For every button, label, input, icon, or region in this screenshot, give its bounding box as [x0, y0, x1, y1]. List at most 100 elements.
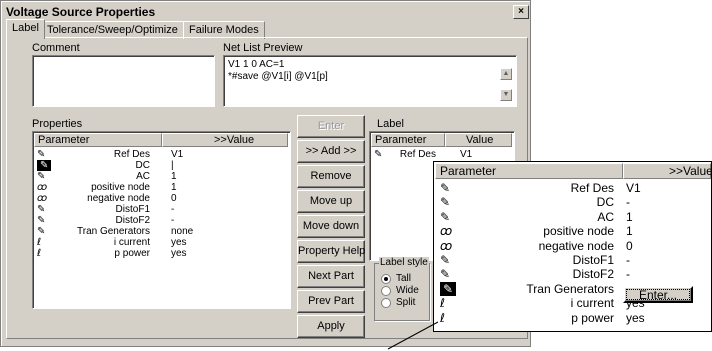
close-button[interactable]: × [513, 5, 529, 19]
row-parameter-name: Ref Des [399, 149, 436, 160]
label-style-option-wide[interactable]: Wide [381, 285, 427, 297]
radio-label: Wide [396, 285, 419, 296]
row-parameter-name: Tran Generators [77, 226, 150, 237]
row-parameter-name: Ref Des [113, 149, 150, 160]
netlist-preview-box: V1 1 0 AC=1 *#save @V1[i] @V1[p] ▲ ▼ [223, 55, 517, 107]
comment-label: Comment [32, 42, 80, 54]
row-value: - [626, 195, 630, 210]
table-row[interactable]: ✎ Tran Generators none [33, 226, 288, 237]
row-parameter-name: Ref Des [570, 181, 614, 195]
row-value: yes [171, 248, 187, 259]
properties-col-parameter[interactable]: Parameter [34, 133, 162, 147]
row-parameter-name: DC [135, 160, 150, 171]
netlist-line: *#save @V1[i] @V1[p] [228, 71, 328, 82]
properties-label: Properties [32, 118, 83, 130]
table-row[interactable]: ✎ Ref Des V1 [370, 149, 512, 160]
label-col-value[interactable]: Value [445, 133, 512, 147]
label-panel-label: Label [377, 118, 404, 130]
label-style-option-tall[interactable]: Tall [381, 273, 427, 285]
table-row[interactable]: ✎ AC 1 [33, 171, 288, 182]
row-parameter-name: AC [597, 209, 614, 224]
label-style-option-split[interactable]: Split [381, 297, 427, 309]
row-parameter-name: p power [114, 248, 150, 259]
row-value: 1 [626, 209, 633, 224]
tab-label[interactable]: Label [6, 19, 45, 39]
row-value: V1 [171, 149, 184, 160]
remove-button[interactable]: Remove [297, 165, 365, 188]
row-parameter-name: p power [571, 310, 614, 325]
next-part-button[interactable]: Next Part [297, 265, 365, 288]
title-bar: Voltage Source Properties × [3, 3, 529, 21]
table-row[interactable]: ꝏ positive node 1 [33, 182, 288, 193]
row-value: - [626, 267, 630, 282]
radio-button-icon[interactable] [381, 298, 391, 308]
table-row[interactable]: ✎ DistoF2- [434, 267, 709, 281]
row-value: yes [626, 310, 645, 325]
row-parameter-name: negative node [87, 193, 150, 204]
table-row[interactable]: ℓi current yes [33, 237, 288, 248]
row-value: V1 [626, 181, 641, 195]
row-parameter-name: Tran Generators [526, 281, 614, 296]
table-row[interactable]: ✎ DC | [33, 160, 288, 171]
scroll-up-icon[interactable]: ▲ [500, 68, 512, 80]
netlist-preview-label: Net List Preview [223, 42, 303, 54]
table-row[interactable]: ꝏ positive node 1 [434, 224, 709, 238]
row-parameter-name: positive node [91, 182, 150, 193]
zoom-col-value: >>Value [623, 163, 712, 179]
callout-pointer-line [387, 321, 439, 350]
zoom-callout: Parameter >>Value ✎ Ref Des V1 ✎ DC - ✎ AC 1 ꝏ pos… [433, 161, 712, 332]
table-row[interactable]: ✎ DC - [434, 195, 709, 209]
row-value: 1 [171, 182, 177, 193]
enter-button[interactable]: Enter [297, 115, 365, 138]
window-title: Voltage Source Properties [6, 5, 156, 19]
table-row[interactable]: ✎ DistoF1- [434, 253, 709, 267]
row-value: none [171, 226, 194, 237]
row-value: V1 [460, 149, 473, 160]
radio-label: Tall [396, 273, 412, 284]
row-value: - [171, 215, 175, 226]
table-row[interactable]: ✎ DistoF2- [33, 215, 288, 226]
row-parameter-name: AC [136, 171, 150, 182]
row-value: 1 [171, 171, 177, 182]
netlist-line: V1 1 0 AC=1 [228, 59, 285, 70]
table-row[interactable]: ✎ AC 1 [434, 210, 709, 224]
row-value: 1 [626, 224, 633, 239]
row-value: 0 [626, 238, 633, 253]
properties-list[interactable]: Parameter >>Value ✎ Ref Des V1 ✎ DC | ✎ AC 1 ꝏ pos… [32, 131, 291, 309]
table-row[interactable]: ꝏ negative node 0 [434, 239, 709, 253]
row-parameter-name: DistoF1 [115, 204, 150, 215]
table-row[interactable]: ꝏ negative node 0 [33, 193, 288, 204]
row-value: - [626, 253, 630, 267]
move-up-button[interactable]: Move up [297, 190, 365, 213]
move-down-button[interactable]: Move down [297, 215, 365, 238]
apply-button[interactable]: Apply [297, 315, 365, 338]
row-parameter-name: DistoF2 [115, 215, 150, 226]
table-row[interactable]: ✎ Ref Des V1 [434, 181, 709, 195]
property-help-button[interactable]: Property Help [297, 240, 365, 263]
properties-col-value[interactable]: >>Value [162, 133, 288, 147]
table-row[interactable]: ℓp power yes [33, 248, 288, 259]
row-value: yes [171, 237, 187, 248]
row-parameter-name: i current [113, 237, 150, 248]
label-style-title: Label style [379, 257, 429, 268]
row-parameter-name: i current [570, 296, 614, 311]
row-parameter-name: negative node [538, 238, 614, 253]
radio-button-icon[interactable] [381, 274, 391, 284]
table-row[interactable]: ✎ Ref Des V1 [33, 149, 288, 160]
row-value: | [171, 160, 174, 171]
row-value: - [171, 204, 175, 215]
scroll-down-icon[interactable]: ▼ [500, 89, 512, 101]
comment-input[interactable] [32, 55, 215, 107]
prev-part-button[interactable]: Prev Part [297, 290, 365, 313]
table-row[interactable]: ✎ DistoF1- [33, 204, 288, 215]
row-parameter-name: DistoF1 [572, 253, 614, 267]
zoom-enter-button[interactable]: Enter... [623, 286, 693, 303]
row-parameter-name: DistoF2 [572, 267, 614, 282]
add-button[interactable]: >> Add >> [297, 140, 365, 163]
label-col-parameter[interactable]: Parameter [371, 133, 445, 147]
row-parameter-name: positive node [543, 224, 614, 239]
radio-button-icon[interactable] [381, 286, 391, 296]
radio-label: Split [396, 297, 416, 308]
table-row[interactable]: ℓp power yes [434, 311, 709, 325]
row-value: 0 [171, 193, 177, 204]
